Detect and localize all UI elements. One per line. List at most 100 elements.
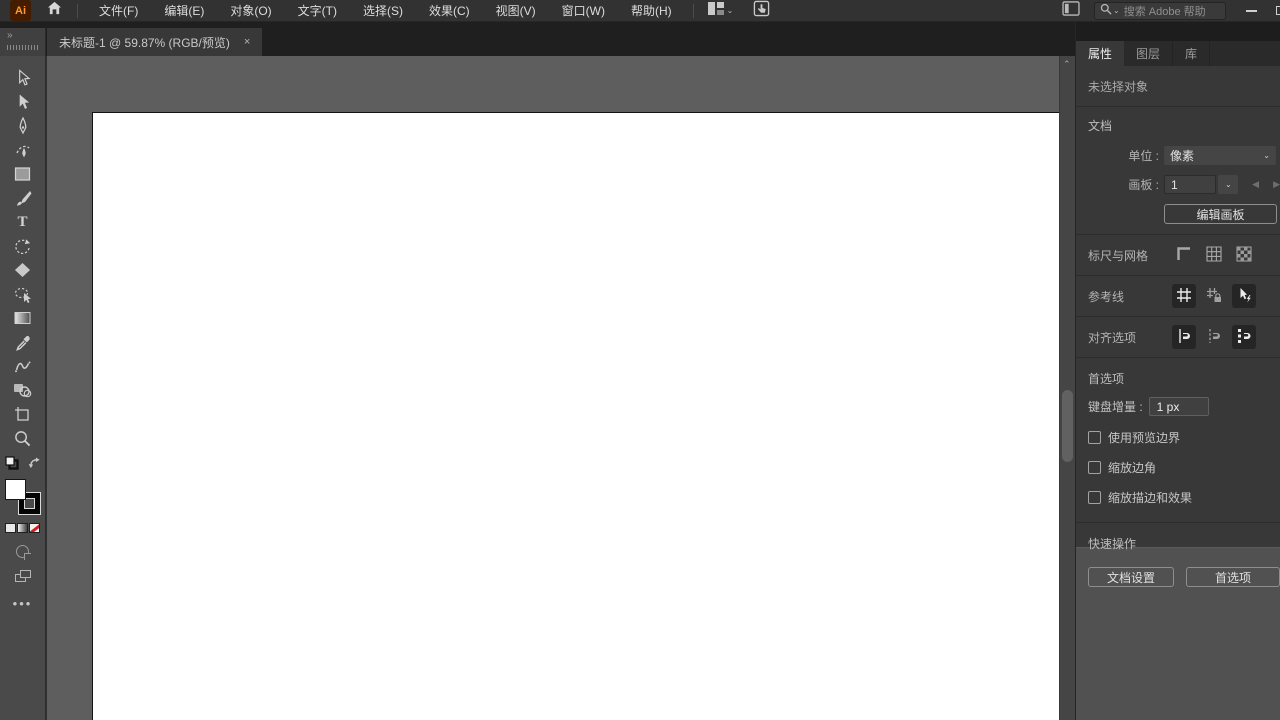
close-tab-icon[interactable]: × bbox=[244, 36, 250, 48]
menu-item-view[interactable]: 视图(V) bbox=[483, 0, 549, 22]
document-tab-bar: » 未标题-1 @ 59.87% (RGB/预览) × bbox=[0, 22, 1075, 56]
rotate-tool[interactable] bbox=[9, 234, 37, 258]
vertical-scrollbar[interactable]: ⌃ bbox=[1059, 56, 1075, 720]
previous-artboard-icon[interactable]: ◀ bbox=[1252, 179, 1259, 190]
direct-selection-tool[interactable] bbox=[9, 90, 37, 114]
gradient-swatch-button[interactable] bbox=[17, 523, 28, 533]
lasso-tool[interactable] bbox=[9, 282, 37, 306]
fill-swatch[interactable] bbox=[5, 479, 26, 500]
snap-to-point-toggle[interactable] bbox=[1172, 325, 1196, 349]
lock-guides-icon bbox=[1206, 287, 1222, 306]
scale-strokes-effects-checkbox[interactable] bbox=[1088, 491, 1101, 504]
ruler-icon bbox=[1176, 246, 1192, 265]
selection-tool[interactable] bbox=[9, 66, 37, 90]
curvature-tool[interactable] bbox=[9, 138, 37, 162]
menu-item-object[interactable]: 对象(O) bbox=[217, 0, 284, 22]
show-guides-toggle[interactable] bbox=[1172, 284, 1196, 308]
panel-grip[interactable] bbox=[7, 45, 39, 50]
scale-strokes-effects-label: 缩放描边和效果 bbox=[1108, 489, 1192, 506]
preferences-section-title: 首选项 bbox=[1076, 358, 1280, 393]
artboard[interactable] bbox=[92, 112, 1059, 720]
illustrator-window: Ai 文件(F) 编辑(E) 对象(O) 文字(T) 选择(S) 效果(C) 视… bbox=[0, 0, 1280, 720]
menu-item-select[interactable]: 选择(S) bbox=[350, 0, 416, 22]
pen-tool[interactable] bbox=[9, 114, 37, 138]
canvas-area[interactable] bbox=[47, 56, 1059, 720]
edit-artboard-button[interactable]: 编辑画板 bbox=[1164, 204, 1277, 224]
color-swatch-button[interactable] bbox=[5, 523, 16, 533]
maximize-icon bbox=[1276, 6, 1280, 15]
unit-label: 单位 : bbox=[1076, 147, 1159, 164]
share-document-button[interactable] bbox=[747, 0, 776, 22]
scrollbar-thumb[interactable] bbox=[1062, 390, 1073, 462]
type-tool[interactable]: T bbox=[9, 210, 37, 234]
menu-item-window[interactable]: 窗口(W) bbox=[549, 0, 618, 22]
shaper-tool[interactable] bbox=[9, 354, 37, 378]
tab-properties[interactable]: 属性 bbox=[1076, 41, 1124, 66]
lock-guides-toggle[interactable] bbox=[1202, 284, 1226, 308]
menu-item-edit[interactable]: 编辑(E) bbox=[151, 0, 217, 22]
none-swatch-button[interactable] bbox=[29, 523, 40, 533]
shape-builder-tool[interactable] bbox=[9, 378, 37, 402]
smart-guides-toggle[interactable] bbox=[1232, 284, 1256, 308]
edit-toolbar-button[interactable]: ••• bbox=[13, 596, 33, 611]
toolbar-panel-header[interactable]: » bbox=[0, 28, 46, 56]
menu-item-help[interactable]: 帮助(H) bbox=[618, 0, 685, 22]
rulers-grid-row: 标尺与网格 bbox=[1076, 235, 1280, 275]
use-preview-bounds-checkbox[interactable] bbox=[1088, 431, 1101, 444]
document-setup-button[interactable]: 文档设置 bbox=[1088, 567, 1174, 587]
chevron-down-icon: ⌄ bbox=[1113, 6, 1120, 15]
chevron-down-icon: ⌄ bbox=[1263, 151, 1270, 160]
snap-to-pixel-toggle[interactable] bbox=[1232, 325, 1256, 349]
drawing-mode-button[interactable] bbox=[16, 545, 29, 558]
paintbrush-tool[interactable] bbox=[9, 186, 37, 210]
document-tab[interactable]: 未标题-1 @ 59.87% (RGB/预览) × bbox=[47, 28, 262, 56]
preferences-button[interactable]: 首选项 bbox=[1186, 567, 1280, 587]
scroll-up-icon[interactable]: ⌃ bbox=[1063, 59, 1071, 70]
artboard-number-input[interactable]: 1 bbox=[1164, 175, 1216, 194]
swap-fill-stroke-icon[interactable] bbox=[28, 457, 41, 475]
workspace-switcher-button[interactable] bbox=[1056, 0, 1086, 22]
rulers-grid-label: 标尺与网格 bbox=[1088, 247, 1166, 264]
eyedropper-tool[interactable] bbox=[9, 330, 37, 354]
chevron-down-icon: ⌄ bbox=[1225, 180, 1232, 189]
default-fill-stroke-icon[interactable] bbox=[5, 456, 19, 475]
eraser-tool[interactable] bbox=[9, 258, 37, 282]
screen-mode-button[interactable] bbox=[15, 570, 31, 582]
properties-panel: 未选择对象 文档 单位 : 像素 ⌄ 画板 : 1 ⌄ ◀ ▶ 编辑画板 标尺与… bbox=[1076, 66, 1280, 548]
snap-options-row: 对齐选项 bbox=[1076, 317, 1280, 357]
menu-item-file[interactable]: 文件(F) bbox=[86, 0, 151, 22]
snap-to-grid-toggle[interactable] bbox=[1202, 325, 1226, 349]
home-button[interactable] bbox=[39, 0, 69, 22]
collapse-panel-icon[interactable]: » bbox=[7, 30, 11, 41]
scale-corners-checkbox[interactable] bbox=[1088, 461, 1101, 474]
tab-libraries[interactable]: 库 bbox=[1173, 41, 1210, 66]
grid-toggle[interactable] bbox=[1202, 243, 1226, 267]
unit-select[interactable]: 像素 ⌄ bbox=[1164, 146, 1276, 165]
menu-item-type[interactable]: 文字(T) bbox=[285, 0, 350, 22]
no-selection-label: 未选择对象 bbox=[1076, 66, 1280, 107]
zoom-tool[interactable] bbox=[9, 426, 37, 450]
fill-stroke-indicator[interactable] bbox=[5, 479, 41, 515]
scale-corners-label: 缩放边角 bbox=[1108, 459, 1156, 476]
next-artboard-icon[interactable]: ▶ bbox=[1273, 179, 1280, 190]
arrange-documents-icon bbox=[708, 2, 724, 20]
quick-actions-title: 快速操作 bbox=[1076, 523, 1280, 558]
keyboard-increment-label: 键盘增量 : bbox=[1088, 398, 1143, 415]
artboard-tool[interactable] bbox=[9, 402, 37, 426]
transparency-grid-icon bbox=[1236, 246, 1252, 265]
minimize-button[interactable] bbox=[1234, 0, 1268, 22]
search-input[interactable]: ⌄ 搜索 Adobe 帮助 bbox=[1094, 2, 1226, 20]
menu-item-effect[interactable]: 效果(C) bbox=[416, 0, 483, 22]
tab-layers[interactable]: 图层 bbox=[1124, 41, 1173, 66]
guides-row: 参考线 bbox=[1076, 276, 1280, 316]
ruler-toggle[interactable] bbox=[1172, 243, 1196, 267]
transparency-grid-toggle[interactable] bbox=[1232, 243, 1256, 267]
show-guides-icon bbox=[1176, 287, 1192, 306]
ai-logo-icon: Ai bbox=[10, 0, 31, 21]
maximize-button[interactable] bbox=[1268, 0, 1280, 22]
gradient-tool[interactable] bbox=[9, 306, 37, 330]
keyboard-increment-input[interactable]: 1 px bbox=[1149, 397, 1209, 416]
artboard-select-button[interactable]: ⌄ bbox=[1218, 175, 1238, 194]
arrange-documents-button[interactable]: ⌄ bbox=[702, 0, 740, 22]
rectangle-tool[interactable] bbox=[9, 162, 37, 186]
